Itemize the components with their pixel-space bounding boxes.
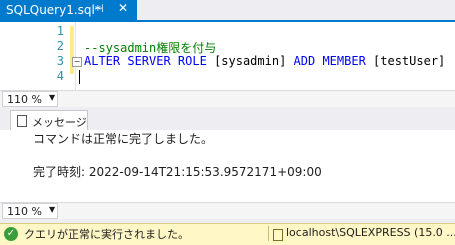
chevron-down-icon: ▼ (49, 205, 56, 214)
tab-sqlquery1[interactable]: SQLQuery1.sql* ⊣ ✕ (0, 0, 137, 20)
collapse-icon[interactable]: − (72, 57, 82, 67)
check-icon: ✓ (4, 227, 18, 241)
chevron-down-icon: ▼ (49, 93, 56, 102)
status-server: localhost\SQLEXPRESS (15.0 ... (286, 226, 455, 239)
code-role: [sysadmin] (214, 54, 287, 68)
zoom-value: 110 % (7, 93, 42, 106)
tab-messages-label: メッセージ (32, 116, 87, 129)
code-keyword: ALTER SERVER ROLE (84, 54, 207, 68)
line-number: 3 (56, 54, 64, 68)
text-caret (79, 70, 80, 84)
line-number: 4 (56, 69, 64, 83)
close-icon[interactable]: ✕ (118, 1, 128, 15)
server-icon (273, 229, 283, 241)
document-icon (17, 115, 27, 127)
status-message: クエリが正常に実行されました。 (24, 228, 189, 241)
code-member: [testUser] (373, 54, 446, 68)
tab-messages[interactable]: メッセージ (10, 110, 88, 130)
zoom-select-results[interactable]: 110 % ▼ (2, 203, 58, 219)
message-line: コマンドは正常に完了しました。 (33, 132, 214, 146)
tab-title: SQLQuery1.sql* (6, 3, 101, 17)
message-line: 完了時刻: 2022-09-14T21:15:53.9572171+09:00 (33, 165, 322, 179)
line-number: 1 (56, 24, 64, 38)
status-divider (268, 226, 269, 241)
pin-icon[interactable]: ⊣ (94, 2, 104, 15)
line-number: 2 (56, 39, 64, 53)
zoom-select-editor[interactable]: 110 % ▼ (2, 91, 58, 107)
zoom-value: 110 % (7, 205, 42, 218)
results-zoom-bar (0, 202, 455, 219)
gutter-separator (75, 22, 76, 90)
editor-zoom-bar (0, 90, 455, 107)
code-line-alter: ALTER SERVER ROLE [sysadmin] ADD MEMBER … (84, 54, 445, 68)
code-keyword: ADD MEMBER (293, 54, 366, 68)
